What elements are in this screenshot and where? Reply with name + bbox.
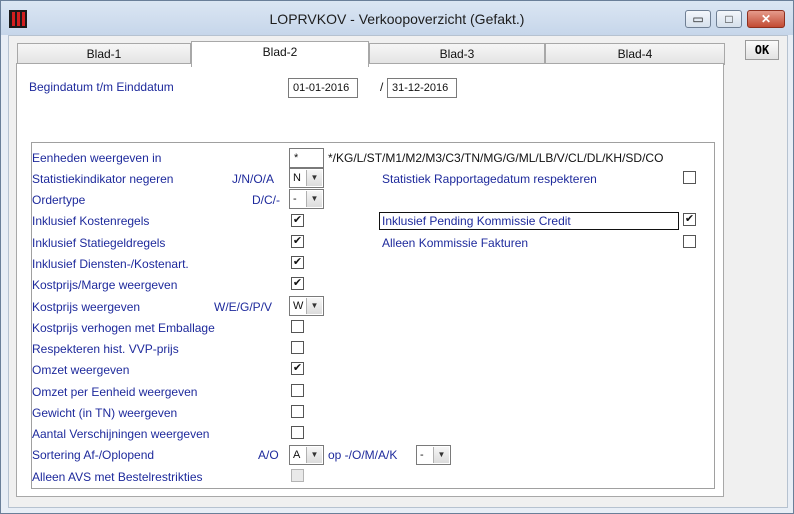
kostprijs-weergeven-value: W — [293, 300, 304, 312]
chevron-down-icon[interactable]: ▼ — [306, 191, 322, 207]
sortering-value: A — [293, 449, 301, 461]
check-label-kostprijs-marge: Kostprijs/Marge weergeven — [32, 278, 178, 292]
form-area: Blad-1 Blad-2 Blad-3 Blad-4 OK Begindatu… — [8, 35, 788, 508]
checkbox-omzet-eenheid[interactable] — [291, 384, 304, 397]
checkbox-emballage[interactable] — [291, 320, 304, 333]
tab-blad-2[interactable]: Blad-2 — [191, 41, 369, 67]
check-label-omzet: Omzet weergeven — [32, 363, 130, 377]
begin-date-field[interactable]: 01-01-2016 — [288, 78, 358, 98]
eenheden-label: Eenheden weergeven in — [32, 151, 162, 165]
check-label-emballage: Kostprijs verhogen met Emballage — [32, 321, 215, 335]
statistiek-label: Statistiekindikator negeren — [32, 172, 174, 186]
checkbox-vvp-prijs[interactable] — [291, 341, 304, 354]
tab-strip: Blad-1 Blad-2 Blad-3 Blad-4 — [17, 41, 725, 67]
chevron-down-icon[interactable]: ▼ — [433, 447, 449, 463]
sortering-op-value: - — [420, 449, 424, 461]
check-label-gewicht: Gewicht (in TN) weergeven — [32, 406, 178, 420]
statistiek-value: N — [293, 172, 301, 184]
check-label-vvp-prijs: Respekteren hist. VVP-prijs — [32, 342, 179, 356]
end-date-field[interactable]: 31-12-2016 — [387, 78, 457, 98]
check-label-omzet-eenheid: Omzet per Eenheid weergeven — [32, 385, 198, 399]
checkbox-statiegeldregels[interactable]: ✔ — [291, 235, 304, 248]
checkbox-verschijningen[interactable] — [291, 426, 304, 439]
check-label-kostenregels: Inklusief Kostenregels — [32, 214, 150, 228]
eenheden-hint: */KG/L/ST/M1/M2/M3/C3/TN/MG/G/ML/LB/V/CL… — [328, 151, 664, 165]
options-group: Eenheden weergeven in * */KG/L/ST/M1/M2/… — [31, 142, 715, 489]
sortering-op-select[interactable]: - ▼ — [416, 445, 451, 465]
check-label-diensten: Inklusief Diensten-/Kostenart. — [32, 257, 189, 271]
statistiek-codes: J/N/O/A — [232, 172, 275, 186]
ordertype-value: - — [293, 193, 297, 205]
check-label-avs-bestelrestrikties: Alleen AVS met Bestelrestrikties — [32, 470, 203, 484]
minimize-button[interactable]: ▭ — [685, 10, 711, 28]
ordertype-select[interactable]: - ▼ — [289, 189, 324, 209]
kostprijs-weergeven-select[interactable]: W ▼ — [289, 296, 324, 316]
chevron-down-icon[interactable]: ▼ — [306, 298, 322, 314]
sortering-label: Sortering Af-/Oplopend — [32, 448, 155, 462]
statistiek-select[interactable]: N ▼ — [289, 168, 324, 188]
tab-blad-1[interactable]: Blad-1 — [17, 43, 191, 65]
date-range-label: Begindatum t/m Einddatum — [29, 80, 174, 94]
checkbox-omzet[interactable]: ✔ — [291, 362, 304, 375]
kostprijs-weergeven-codes: W/E/G/P/V — [214, 300, 273, 314]
check-label-statiegeldregels: Inklusief Statiegeldregels — [32, 236, 166, 250]
tab-panel-blad-2: Begindatum t/m Einddatum 01-01-2016 / 31… — [16, 63, 724, 497]
ok-button[interactable]: OK — [745, 40, 779, 60]
sortering-codes: A/O — [258, 448, 279, 462]
sortering-select[interactable]: A ▼ — [289, 445, 324, 465]
checkbox-avs-bestelrestrikties — [291, 469, 304, 482]
chevron-down-icon[interactable]: ▼ — [306, 447, 322, 463]
checkbox-rapportagedatum[interactable] — [683, 171, 696, 184]
title-bar: LOPRVKOV - Verkoopoverzicht (Gefakt.) ▭ … — [1, 1, 793, 35]
checkbox-gewicht[interactable] — [291, 405, 304, 418]
checkbox-pending-kommissie[interactable]: ✔ — [683, 213, 696, 226]
kostprijs-weergeven-label: Kostprijs weergeven — [32, 300, 141, 314]
sortering-op-label: op -/O/M/A/K — [328, 448, 398, 462]
close-button[interactable]: ✕ — [747, 10, 785, 28]
checkbox-kostenregels[interactable]: ✔ — [291, 214, 304, 227]
ordertype-codes: D/C/- — [252, 193, 280, 207]
chevron-down-icon[interactable]: ▼ — [306, 170, 322, 186]
tab-blad-4[interactable]: Blad-4 — [545, 43, 725, 65]
checkbox-diensten[interactable]: ✔ — [291, 256, 304, 269]
checkbox-kommissie-fakturen[interactable] — [683, 235, 696, 248]
ordertype-label: Ordertype — [32, 193, 86, 207]
check-label-verschijningen: Aantal Verschijningen weergeven — [32, 427, 210, 441]
checkbox-kostprijs-marge[interactable]: ✔ — [291, 277, 304, 290]
window-title: LOPRVKOV - Verkoopoverzicht (Gefakt.) — [269, 11, 525, 27]
eenheden-input[interactable]: * — [289, 148, 324, 168]
maximize-button[interactable]: □ — [716, 10, 742, 28]
date-separator: / — [380, 80, 384, 94]
check-label-pending-kommissie: Inklusief Pending Kommissie Credit — [382, 214, 571, 228]
app-window: LOPRVKOV - Verkoopoverzicht (Gefakt.) ▭ … — [0, 0, 794, 514]
tab-blad-3[interactable]: Blad-3 — [369, 43, 545, 65]
check-label-rapportagedatum: Statistiek Rapportagedatum respekteren — [382, 172, 597, 186]
check-label-kommissie-fakturen: Alleen Kommissie Fakturen — [382, 236, 529, 250]
